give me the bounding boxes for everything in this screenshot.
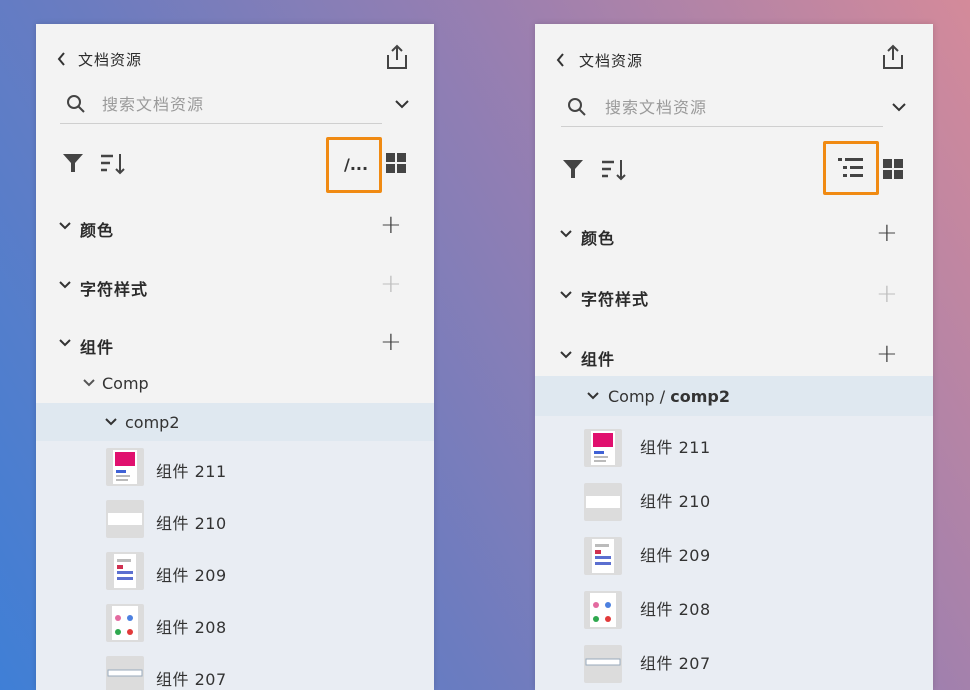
folder-comp2[interactable]: comp2 — [125, 413, 180, 432]
search-input[interactable] — [102, 92, 362, 116]
list-item[interactable]: 组件 207 — [156, 666, 227, 690]
chevron-down-icon[interactable] — [58, 280, 72, 290]
chevron-left-icon[interactable] — [56, 52, 68, 66]
component-thumbnail[interactable] — [106, 604, 144, 642]
filter-icon[interactable] — [562, 158, 584, 180]
sort-icon[interactable] — [100, 152, 126, 176]
section-components[interactable]: 组件 — [581, 346, 615, 370]
chevron-down-icon[interactable] — [104, 417, 118, 427]
chevron-left-icon[interactable] — [555, 53, 567, 67]
section-character-styles[interactable]: 字符样式 — [581, 286, 649, 310]
component-thumbnail[interactable] — [584, 429, 622, 467]
component-thumbnail[interactable] — [584, 591, 622, 629]
add-character-style-button[interactable]: + — [876, 281, 898, 307]
component-thumbnail[interactable] — [584, 483, 622, 521]
chevron-down-icon[interactable] — [559, 350, 573, 360]
component-thumbnail[interactable] — [106, 656, 144, 690]
component-thumbnail[interactable] — [106, 500, 144, 538]
search-underline — [561, 126, 883, 127]
folder-path-current: comp2 — [670, 387, 730, 406]
section-character-styles[interactable]: 字符样式 — [80, 276, 148, 300]
add-component-button[interactable]: + — [876, 341, 898, 367]
list-item[interactable]: 组件 209 — [156, 562, 227, 586]
section-colors[interactable]: 颜色 — [581, 225, 615, 249]
grid-view-icon[interactable] — [386, 153, 406, 173]
path-view-icon[interactable]: /... — [344, 155, 368, 174]
selected-row — [36, 403, 434, 441]
component-thumbnail[interactable] — [106, 552, 144, 590]
chevron-down-icon[interactable] — [559, 229, 573, 239]
component-thumbnail[interactable] — [106, 448, 144, 486]
assets-panel-right: 文档资源 颜色 + 字符样式 + 组件 + Comp / — [535, 24, 933, 690]
chevron-down-icon[interactable] — [586, 391, 600, 401]
list-item[interactable]: 组件 209 — [640, 542, 711, 566]
section-components[interactable]: 组件 — [80, 334, 114, 358]
list-item[interactable]: 组件 211 — [156, 458, 227, 482]
add-color-button[interactable]: + — [876, 220, 898, 246]
panel-title: 文档资源 — [78, 51, 143, 69]
list-item[interactable]: 组件 208 — [640, 596, 711, 620]
chevron-down-icon[interactable] — [58, 338, 72, 348]
folder-path-prefix: Comp / — [608, 387, 671, 406]
component-list — [36, 441, 434, 690]
assets-panel-left: 文档资源 /... 颜色 + 字符样式 + 组件 + Comp — [36, 24, 434, 690]
list-item[interactable]: 组件 210 — [156, 510, 227, 534]
search-icon — [567, 97, 587, 117]
list-item[interactable]: 组件 211 — [640, 434, 711, 458]
search-underline — [60, 123, 382, 124]
component-thumbnail[interactable] — [584, 537, 622, 575]
chevron-down-icon[interactable] — [394, 99, 410, 109]
add-component-button[interactable]: + — [380, 329, 402, 355]
add-color-button[interactable]: + — [380, 212, 402, 238]
tree-view-icon[interactable] — [838, 157, 864, 179]
share-icon[interactable] — [881, 44, 905, 70]
chevron-down-icon[interactable] — [559, 290, 573, 300]
add-character-style-button[interactable]: + — [380, 271, 402, 297]
list-item[interactable]: 组件 208 — [156, 614, 227, 638]
search-icon — [66, 94, 86, 114]
folder-comp[interactable]: Comp — [102, 374, 149, 393]
component-thumbnail[interactable] — [584, 645, 622, 683]
list-item[interactable]: 组件 210 — [640, 488, 711, 512]
list-item[interactable]: 组件 207 — [640, 650, 711, 674]
chevron-down-icon[interactable] — [82, 378, 96, 388]
sort-icon[interactable] — [601, 158, 627, 182]
filter-icon[interactable] — [62, 152, 84, 174]
section-colors[interactable]: 颜色 — [80, 217, 114, 241]
chevron-down-icon[interactable] — [891, 102, 907, 112]
grid-view-icon[interactable] — [883, 159, 903, 179]
search-input[interactable] — [605, 95, 865, 119]
folder-path[interactable]: Comp / comp2 — [608, 387, 730, 406]
panel-title: 文档资源 — [579, 52, 644, 70]
chevron-down-icon[interactable] — [58, 221, 72, 231]
share-icon[interactable] — [385, 44, 409, 70]
